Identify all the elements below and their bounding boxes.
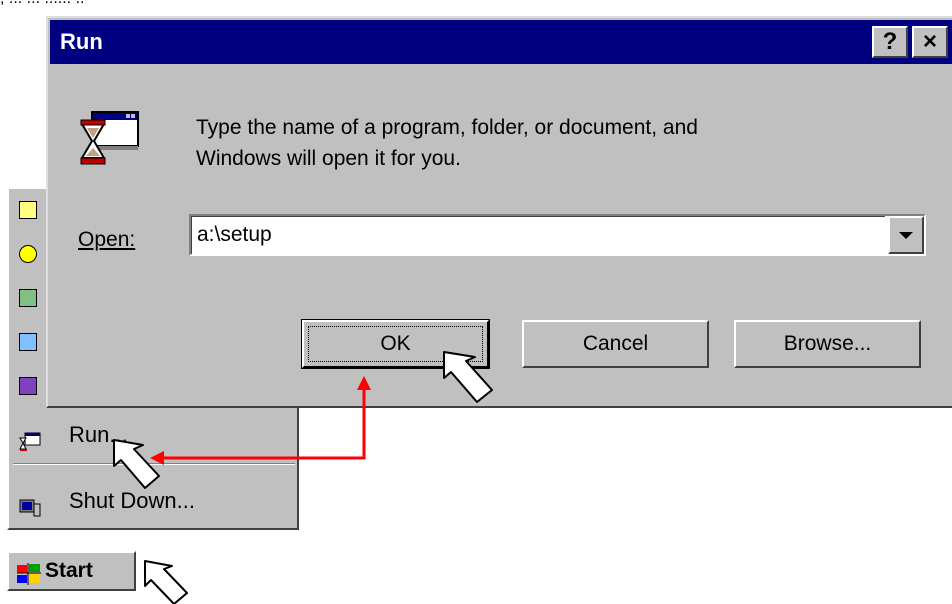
cancel-label: Cancel — [582, 332, 649, 355]
prompt-line-2: Windows will open it for you. — [196, 147, 461, 170]
close-button[interactable]: × — [912, 26, 948, 58]
favorites-icon[interactable] — [19, 245, 37, 263]
browse-label: Browse... — [783, 332, 872, 355]
start-menu-run[interactable]: Run... — [13, 415, 293, 455]
run-icon — [19, 425, 41, 451]
close-icon: × — [922, 28, 937, 55]
run-program-icon — [78, 106, 142, 170]
help-button[interactable]: ? — [872, 26, 908, 58]
run-dialog: Run ? × Type the name of a program, fold… — [46, 16, 952, 408]
menu-separator — [13, 463, 295, 465]
dialog-title: Run — [60, 29, 103, 54]
start-label: Start — [45, 559, 93, 582]
title-bar[interactable]: Run ? × — [50, 20, 952, 64]
prompt-line-1: Type the name of a program, folder, or d… — [196, 116, 698, 139]
shutdown-label: Shut Down... — [69, 488, 195, 513]
background-text-fragment: , ... ... ...... .. — [0, 0, 952, 10]
shutdown-icon — [19, 491, 41, 517]
cancel-button[interactable]: Cancel — [522, 320, 709, 368]
open-combobox[interactable] — [189, 214, 926, 256]
windows-logo-icon — [17, 561, 41, 585]
help-icon[interactable] — [19, 377, 37, 395]
cursor-icon — [144, 560, 188, 604]
help-icon: ? — [882, 28, 898, 55]
chevron-down-icon — [899, 232, 913, 239]
ok-button[interactable]: OK — [301, 319, 490, 369]
find-icon[interactable] — [19, 333, 37, 351]
programs-icon[interactable] — [19, 201, 37, 219]
start-menu-shutdown[interactable]: Shut Down... — [13, 481, 293, 521]
browse-button[interactable]: Browse... — [734, 320, 921, 368]
dropdown-button[interactable] — [888, 216, 924, 254]
prompt-text: Type the name of a program, folder, or d… — [196, 112, 896, 174]
start-menu-items-obscured — [13, 193, 39, 403]
settings-icon[interactable] — [19, 289, 37, 307]
open-input[interactable] — [193, 218, 885, 252]
focus-rect — [308, 326, 483, 362]
run-label: Run... — [69, 422, 128, 447]
open-label: Open: — [78, 228, 135, 252]
open-label-text: Open: — [78, 228, 136, 251]
start-button[interactable]: Start — [7, 551, 136, 591]
